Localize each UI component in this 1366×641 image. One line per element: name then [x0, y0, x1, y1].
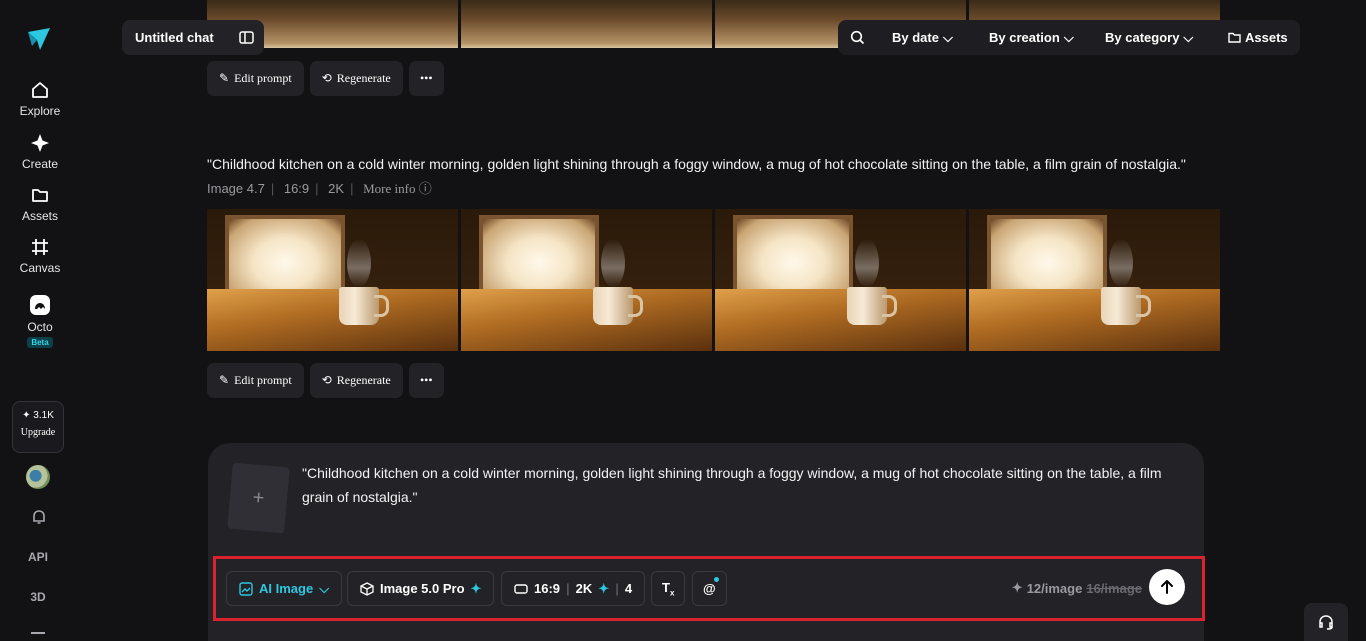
original-cost: 16/image — [1086, 580, 1142, 596]
prompt-input[interactable]: "Childhood kitchen on a cold winter morn… — [302, 461, 1192, 509]
filter-by-creation[interactable]: By creation ⌵ — [989, 30, 1074, 46]
api-link[interactable]: API — [0, 550, 76, 564]
aspect-ratio: 16:9 — [283, 181, 310, 196]
filter-by-category[interactable]: By category ⌵ — [1105, 30, 1193, 46]
chevron-down-icon: ⌵ — [1063, 29, 1074, 45]
folder-icon — [32, 189, 48, 202]
more-info-link[interactable]: More info ⓘ — [363, 181, 432, 196]
beta-badge: Beta — [27, 337, 53, 348]
sidebar-item-label: Canvas — [19, 261, 61, 275]
resolution: 2K — [328, 181, 345, 196]
more-options-button[interactable]: ••• — [408, 61, 444, 96]
avatar[interactable] — [26, 465, 50, 489]
search-icon[interactable] — [850, 30, 865, 45]
edit-prompt-button[interactable]: ✎ Edit prompt — [207, 363, 304, 398]
sidebar-item-label: Octo — [27, 320, 53, 334]
image-icon — [239, 581, 253, 596]
canvas-icon — [32, 239, 48, 255]
composer-toolbar: AI Image ⌵ Image 5.0 Pro ✦ 16:9 | 2K ✦ |… — [213, 556, 1205, 621]
mention-button[interactable]: @ — [692, 571, 727, 606]
filter-by-date[interactable]: By date ⌵ — [892, 30, 953, 46]
panel-toggle-icon[interactable] — [239, 30, 254, 45]
chevron-down-icon: ⌵ — [942, 29, 953, 45]
regenerate-button[interactable]: ⟲ Regenerate — [309, 363, 403, 398]
folder-icon — [1228, 32, 1241, 43]
generated-image[interactable] — [207, 209, 458, 351]
sparkle-icon: ✦ — [470, 580, 482, 596]
generation-actions: ✎ Edit prompt ⟲ Regenerate ••• — [207, 61, 444, 96]
3d-link[interactable]: 3D — [0, 590, 76, 604]
sparkle-icon: ✦ — [598, 580, 610, 596]
edit-prompt-button[interactable]: ✎ Edit prompt — [207, 61, 304, 96]
cost-per-image: ✦ 12/image 16/image — [1011, 580, 1142, 596]
refresh-icon: ⟲ — [321, 71, 332, 85]
mode-selector[interactable]: AI Image ⌵ — [226, 571, 343, 606]
generated-image[interactable] — [461, 209, 712, 351]
edit-icon: ✎ — [219, 373, 230, 387]
generation-prompt: "Childhood kitchen on a cold winter morn… — [207, 156, 1186, 196]
app-logo-icon[interactable] — [26, 26, 52, 52]
more-options-button[interactable]: ••• — [408, 363, 444, 398]
assets-button[interactable]: Assets — [1228, 30, 1288, 45]
regenerate-button[interactable]: ⟲ Regenerate — [309, 61, 403, 96]
generation-actions: ✎ Edit prompt ⟲ Regenerate ••• — [207, 363, 444, 398]
menu-icon[interactable] — [31, 632, 45, 634]
text-style-button[interactable]: Tx — [651, 571, 686, 606]
sidebar: Explore Create Assets Canvas Octo Beta ✦… — [0, 0, 80, 641]
text-format-icon: Tx — [662, 579, 675, 598]
credits-count: ✦ 3.1K — [22, 410, 54, 421]
image-grid — [207, 209, 1220, 351]
ellipsis-icon: ••• — [419, 373, 433, 387]
generation-meta: Image 4.7 | 16:9 | 2K | More info ⓘ — [207, 181, 432, 196]
sparkle-icon — [31, 134, 49, 152]
home-icon — [32, 82, 48, 98]
sidebar-item-explore[interactable]: Explore — [0, 80, 80, 118]
sidebar-item-label: Create — [21, 157, 59, 171]
send-button[interactable] — [1149, 569, 1185, 605]
refresh-icon: ⟲ — [321, 373, 332, 387]
sidebar-item-label: Assets — [21, 209, 58, 223]
sidebar-item-canvas[interactable]: Canvas — [0, 237, 80, 275]
generated-image[interactable] — [969, 209, 1220, 351]
edit-icon: ✎ — [219, 71, 230, 85]
at-icon: @ — [703, 581, 716, 596]
ellipsis-icon: ••• — [419, 71, 433, 85]
headset-icon — [1319, 615, 1333, 630]
model-selector[interactable]: Image 5.0 Pro ✦ — [347, 571, 495, 606]
upgrade-button[interactable]: ✦ 3.1K Upgrade — [12, 401, 64, 453]
chevron-down-icon: ⌵ — [319, 580, 330, 596]
arrow-up-icon — [1161, 580, 1173, 594]
sidebar-item-octo[interactable]: Octo Beta — [0, 294, 80, 348]
chat-title-button[interactable]: Untitled chat — [122, 20, 264, 55]
generated-image[interactable] — [461, 0, 712, 48]
model-name: Image 4.7 — [207, 181, 265, 196]
generated-image[interactable] — [715, 209, 966, 351]
sparkle-icon: ✦ — [1011, 580, 1023, 595]
info-icon: ⓘ — [418, 181, 432, 196]
add-reference-image-button[interactable]: + — [227, 462, 290, 534]
chat-title: Untitled chat — [135, 30, 214, 45]
output-settings[interactable]: 16:9 | 2K ✦ | 4 — [501, 571, 646, 606]
upgrade-label: Upgrade — [20, 427, 56, 438]
sidebar-item-create[interactable]: Create — [0, 133, 80, 171]
aspect-ratio-icon — [514, 583, 528, 594]
bell-icon[interactable] — [30, 508, 48, 526]
cube-icon — [360, 581, 374, 596]
chevron-down-icon: ⌵ — [1183, 29, 1194, 45]
filter-bar: By date ⌵ By creation ⌵ By category ⌵ Asset… — [838, 20, 1300, 55]
plus-icon: + — [251, 486, 266, 509]
sidebar-item-label: Explore — [19, 104, 61, 118]
support-button[interactable] — [1304, 603, 1348, 641]
octo-icon — [30, 295, 50, 315]
sidebar-item-assets[interactable]: Assets — [0, 185, 80, 223]
